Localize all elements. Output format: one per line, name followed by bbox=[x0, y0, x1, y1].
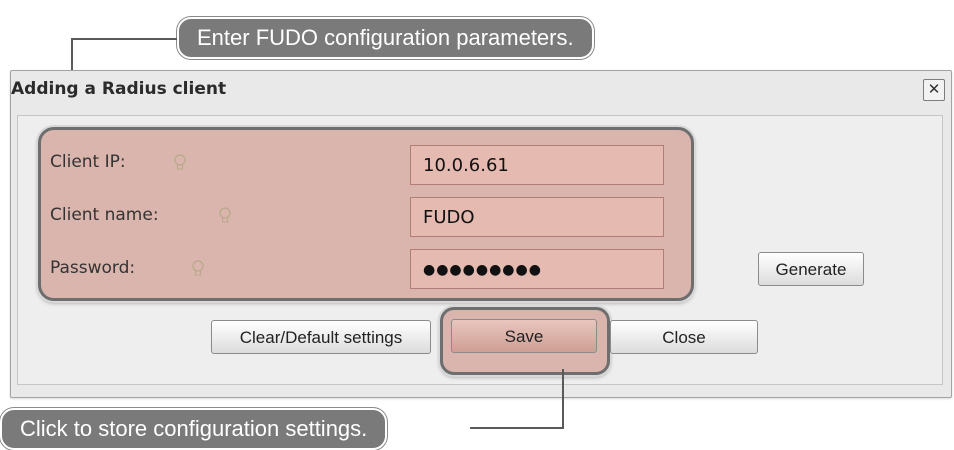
callout-top-connector-h bbox=[71, 38, 177, 40]
save-button[interactable]: Save bbox=[451, 319, 597, 353]
client-ip-input[interactable]: 10.0.6.61 bbox=[410, 145, 664, 185]
client-ip-label: Client IP: bbox=[50, 152, 126, 172]
client-name-label: Client name: bbox=[50, 205, 159, 225]
callout-bottom: Click to store configuration settings. bbox=[0, 408, 388, 450]
lightbulb-icon bbox=[192, 260, 204, 276]
callout-bottom-connector-v bbox=[562, 369, 564, 429]
clear-default-settings-button[interactable]: Clear/Default settings bbox=[211, 320, 431, 354]
dialog-title: Adding a Radius client bbox=[11, 79, 227, 99]
close-button[interactable]: Close bbox=[610, 320, 758, 354]
password-input[interactable]: ●●●●●●●●● bbox=[410, 249, 664, 289]
password-label: Password: bbox=[50, 258, 136, 278]
close-icon[interactable]: ✕ bbox=[923, 79, 945, 101]
lightbulb-icon bbox=[174, 154, 186, 170]
callout-top: Enter FUDO configuration parameters. bbox=[177, 17, 594, 59]
generate-button[interactable]: Generate bbox=[758, 252, 864, 286]
lightbulb-icon bbox=[219, 207, 231, 223]
client-name-input[interactable]: FUDO bbox=[410, 197, 664, 237]
callout-bottom-connector-h bbox=[470, 427, 564, 429]
